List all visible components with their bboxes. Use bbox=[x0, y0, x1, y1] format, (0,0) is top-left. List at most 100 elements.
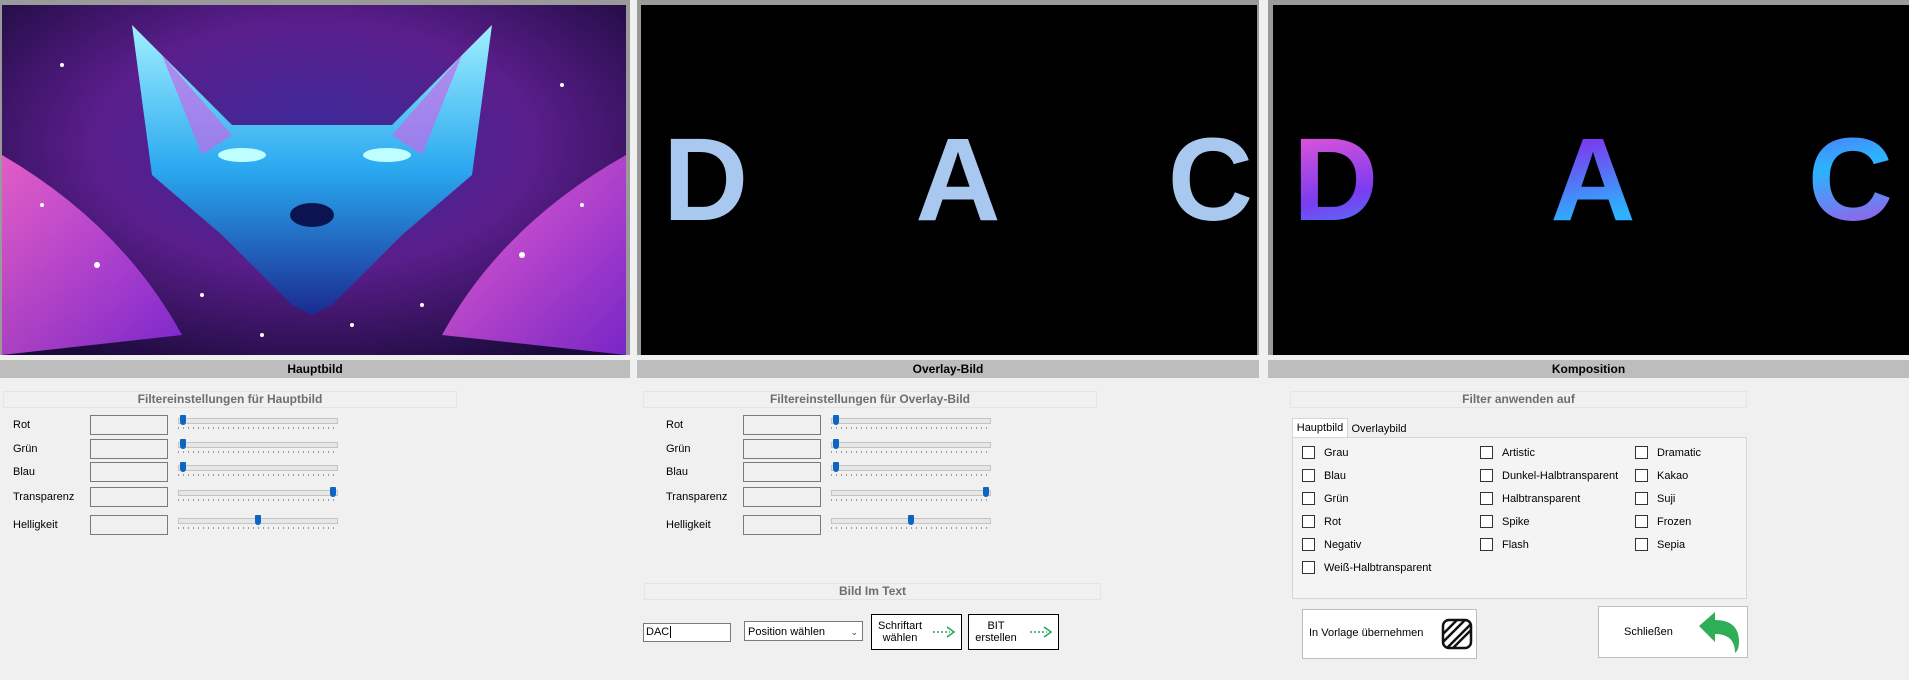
checkbox[interactable] bbox=[1635, 515, 1648, 528]
main_filter-slider-track[interactable] bbox=[178, 442, 338, 448]
main_filter-slider-ticks bbox=[178, 499, 336, 501]
apply-filter-header: Filter anwenden auf bbox=[1290, 391, 1747, 408]
overlay_filter-slider-track[interactable] bbox=[831, 490, 991, 496]
overlay_filter-value-box[interactable] bbox=[743, 487, 821, 507]
checkbox[interactable] bbox=[1635, 492, 1648, 505]
main_filter-value-box[interactable] bbox=[90, 487, 168, 507]
filter-checkbox-row[interactable]: Grün bbox=[1302, 492, 1348, 505]
main_filter-slider-ticks bbox=[178, 474, 336, 476]
main_filter-slider-track[interactable] bbox=[178, 490, 338, 496]
checkbox-label: Halbtransparent bbox=[1502, 492, 1581, 505]
main_filter-slider-thumb[interactable] bbox=[255, 515, 261, 525]
apply-template-button[interactable]: In Vorlage übernehmen bbox=[1302, 609, 1477, 659]
overlay_filter-value-box[interactable] bbox=[743, 515, 821, 535]
overlay_filter-slider-ticks bbox=[831, 427, 989, 429]
filter-checkbox-row[interactable]: Grau bbox=[1302, 446, 1348, 459]
checkbox[interactable] bbox=[1480, 538, 1493, 551]
checkbox[interactable] bbox=[1635, 469, 1648, 482]
text-image-header: Bild Im Text bbox=[644, 583, 1101, 600]
main-filter-header: Filtereinstellungen für Hauptbild bbox=[3, 391, 457, 408]
filter-checkbox-row[interactable]: Flash bbox=[1480, 538, 1529, 551]
checkbox[interactable] bbox=[1302, 492, 1315, 505]
checkbox-label: Spike bbox=[1502, 515, 1530, 528]
filter-checkbox-row[interactable]: Dunkel-Halbtransparent bbox=[1480, 469, 1618, 482]
filter-checkbox-row[interactable]: Rot bbox=[1302, 515, 1341, 528]
checkbox-label: Kakao bbox=[1657, 469, 1689, 482]
checkbox-label: Rot bbox=[1324, 515, 1342, 528]
checkbox[interactable] bbox=[1480, 515, 1493, 528]
main_filter-slider-track[interactable] bbox=[178, 465, 338, 471]
checkbox[interactable] bbox=[1302, 561, 1315, 574]
main_filter-label: Grün bbox=[13, 443, 38, 455]
overlay_filter-slider-thumb[interactable] bbox=[833, 415, 839, 425]
composition-text-preview: DAC bbox=[1293, 114, 1893, 246]
bit-create-button[interactable]: BIT erstellen bbox=[968, 614, 1059, 650]
main_filter-value-box[interactable] bbox=[90, 415, 168, 435]
checkbox[interactable] bbox=[1635, 446, 1648, 459]
checkbox[interactable] bbox=[1302, 538, 1315, 551]
checkbox[interactable] bbox=[1480, 446, 1493, 459]
filter-checkbox-row[interactable]: Frozen bbox=[1635, 515, 1691, 528]
overlay_filter-slider-thumb[interactable] bbox=[983, 487, 989, 497]
main_filter-slider-thumb[interactable] bbox=[180, 415, 186, 425]
filter-checkbox-row[interactable]: Halbtransparent bbox=[1480, 492, 1580, 505]
overlay_filter-slider-track[interactable] bbox=[831, 465, 991, 471]
main_filter-slider-track[interactable] bbox=[178, 418, 338, 424]
main_filter-slider-ticks bbox=[178, 527, 336, 529]
main_filter-label: Helligkeit bbox=[13, 519, 58, 531]
overlay_filter-slider-track[interactable] bbox=[831, 442, 991, 448]
main_filter-slider-ticks bbox=[178, 451, 336, 453]
filter-checkbox-row[interactable]: Weiß-Halbtransparent bbox=[1302, 561, 1431, 574]
overlay_filter-slider-track[interactable] bbox=[831, 418, 991, 424]
overlay_filter-slider-thumb[interactable] bbox=[833, 439, 839, 449]
filter-checkbox-row[interactable]: Suji bbox=[1635, 492, 1675, 505]
overlay_filter-value-box[interactable] bbox=[743, 462, 821, 482]
filter-checkbox-row[interactable]: Blau bbox=[1302, 469, 1346, 482]
checkbox-label: Blau bbox=[1324, 469, 1347, 482]
checkbox[interactable] bbox=[1302, 469, 1315, 482]
overlay_filter-value-box[interactable] bbox=[743, 439, 821, 459]
overlay_filter-label: Rot bbox=[666, 419, 684, 431]
checkbox[interactable] bbox=[1302, 515, 1315, 528]
checkbox-label: Dramatic bbox=[1657, 446, 1702, 459]
pattern-icon bbox=[1441, 618, 1473, 650]
main_filter-value-box[interactable] bbox=[90, 462, 168, 482]
overlay_filter-slider-thumb[interactable] bbox=[908, 515, 914, 525]
text-input[interactable]: DAC bbox=[643, 623, 731, 642]
filter-checkbox-row[interactable]: Spike bbox=[1480, 515, 1530, 528]
position-select[interactable]: Position wählen ⌄ bbox=[744, 621, 863, 641]
wolf-artwork bbox=[2, 5, 626, 355]
overlay_filter-label: Helligkeit bbox=[666, 519, 711, 531]
filter-checkbox-row[interactable]: Dramatic bbox=[1635, 446, 1701, 459]
overlay_filter-label: Transparenz bbox=[666, 491, 728, 503]
checkbox[interactable] bbox=[1302, 446, 1315, 459]
apply-template-label: In Vorlage übernehmen bbox=[1309, 627, 1424, 639]
filter-checkbox-row[interactable]: Kakao bbox=[1635, 469, 1688, 482]
filter-checkbox-row[interactable]: Sepia bbox=[1635, 538, 1685, 551]
main_filter-label: Blau bbox=[13, 466, 36, 478]
checkbox[interactable] bbox=[1480, 492, 1493, 505]
main_filter-slider-thumb[interactable] bbox=[180, 462, 186, 472]
filter-checkbox-row[interactable]: Negativ bbox=[1302, 538, 1361, 551]
close-button[interactable]: Schließen bbox=[1598, 606, 1748, 658]
text-input-value: DAC bbox=[646, 626, 670, 638]
checkbox-label: Sepia bbox=[1657, 538, 1686, 551]
main_filter-value-box[interactable] bbox=[90, 515, 168, 535]
position-select-value: Position wählen bbox=[748, 626, 826, 638]
checkbox[interactable] bbox=[1480, 469, 1493, 482]
tab-overlaybild[interactable]: Overlaybild bbox=[1348, 421, 1410, 437]
checkbox-label: Negativ bbox=[1324, 538, 1362, 551]
checkbox-label: Frozen bbox=[1657, 515, 1692, 528]
main_filter-value-box[interactable] bbox=[90, 439, 168, 459]
main_filter-slider-ticks bbox=[178, 427, 336, 429]
checkbox[interactable] bbox=[1635, 538, 1648, 551]
main_filter-slider-thumb[interactable] bbox=[330, 487, 336, 497]
overlay_filter-slider-thumb[interactable] bbox=[833, 462, 839, 472]
font-select-button[interactable]: Schriftart wählen bbox=[871, 614, 962, 650]
overlay_filter-value-box[interactable] bbox=[743, 415, 821, 435]
tab-hauptbild[interactable]: Hauptbild bbox=[1292, 418, 1348, 438]
main_filter-slider-thumb[interactable] bbox=[180, 439, 186, 449]
filter-checkbox-row[interactable]: Artistic bbox=[1480, 446, 1535, 459]
overlay_filter-label: Grün bbox=[666, 443, 691, 455]
chevron-down-icon: ⌄ bbox=[850, 627, 858, 637]
